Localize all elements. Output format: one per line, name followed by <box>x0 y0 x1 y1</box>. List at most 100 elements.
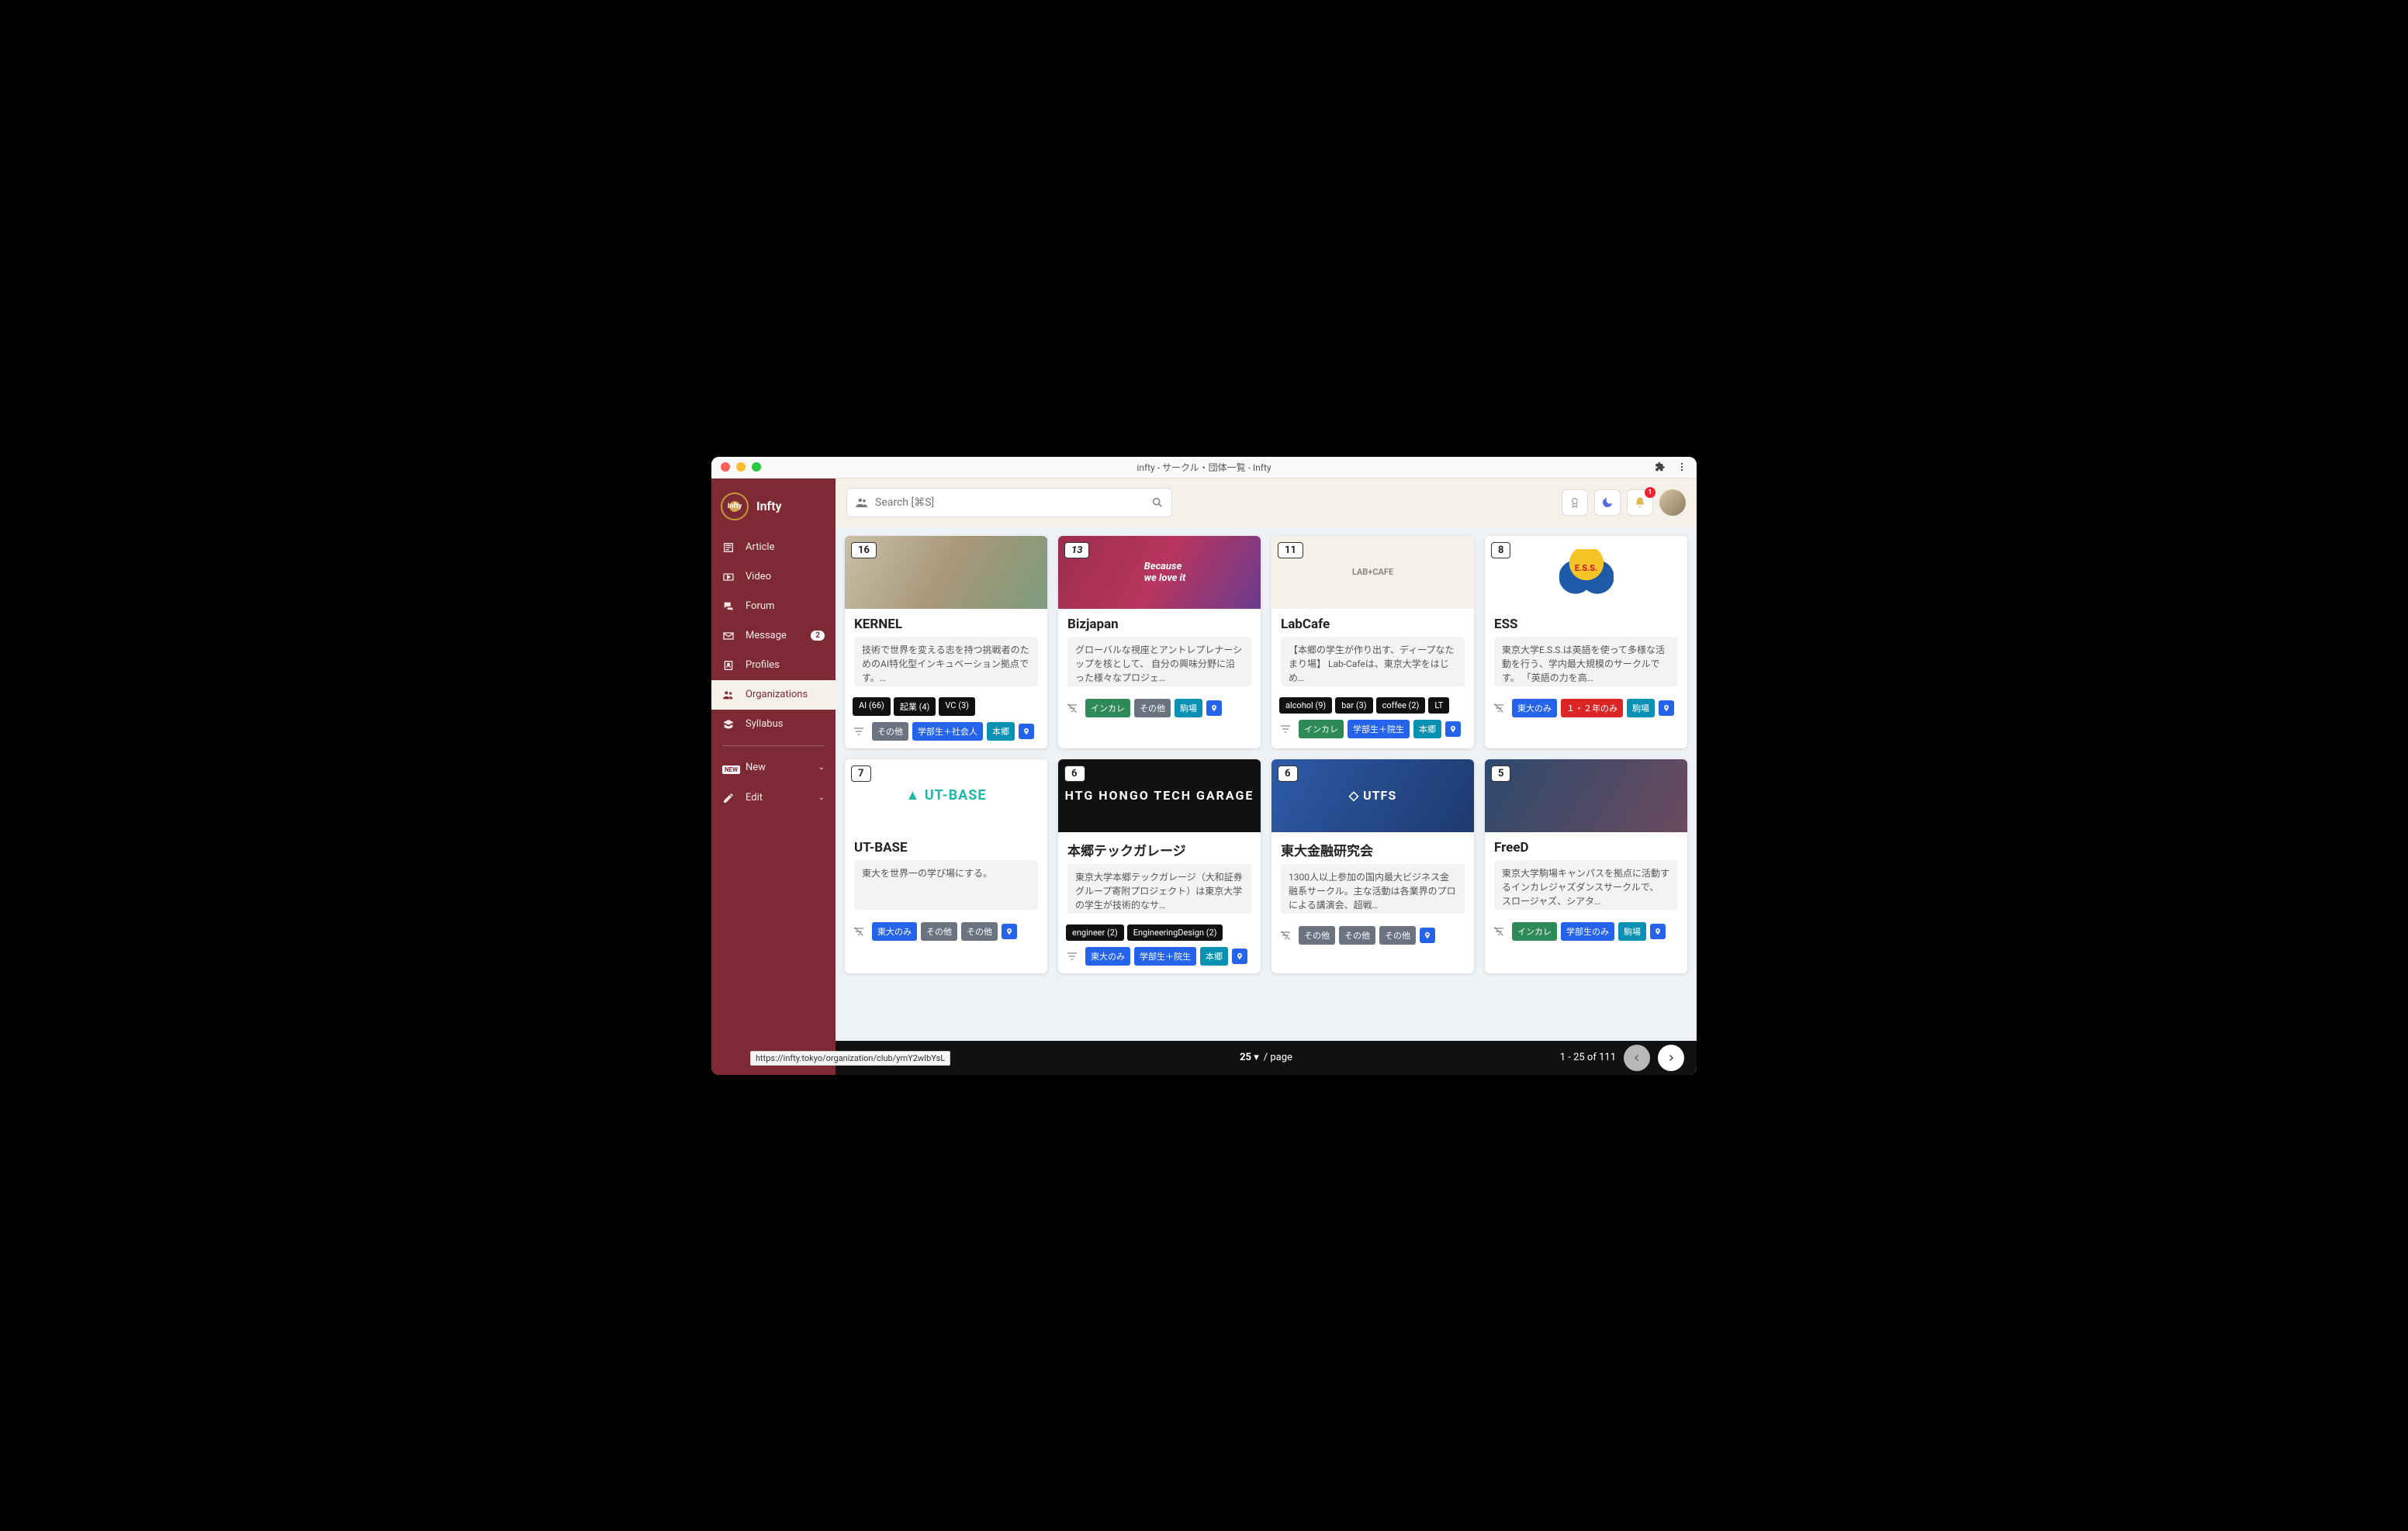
organization-card[interactable]: 13Because we love itBizjapanグローバルな視座とアント… <box>1058 536 1261 748</box>
chip[interactable]: その他 <box>921 922 957 941</box>
tag[interactable]: alcohol (9) <box>1279 697 1332 714</box>
chip[interactable]: 学部生＋院生 <box>1348 720 1410 738</box>
tag[interactable]: LT <box>1428 697 1449 714</box>
nav-item-article[interactable]: Article <box>711 533 836 562</box>
organizations-grid: 16KERNEL技術で世界を変える志を持つ挑戦者のためのAI特化型インキュベーシ… <box>836 527 1697 1041</box>
tag[interactable]: 起業 (4) <box>894 697 936 716</box>
certificate-button[interactable] <box>1562 489 1588 516</box>
search-icon[interactable] <box>1151 496 1164 509</box>
card-title: Bizjapan <box>1067 617 1251 632</box>
tag[interactable]: EngineeringDesign (2) <box>1127 924 1223 941</box>
card-footer: 東大のみ１・２年のみ駒場 <box>1485 693 1687 725</box>
filter-icon[interactable] <box>853 725 865 738</box>
notification-badge: 1 <box>1645 487 1656 498</box>
chip[interactable]: その他 <box>961 922 998 941</box>
chip[interactable]: その他 <box>1134 699 1171 717</box>
organization-card[interactable]: 5FreeD東京大学駒場キャンパスを拠点に活動するインカレジャズダンスサークルで… <box>1485 759 1687 973</box>
chip[interactable]: 本郷 <box>987 722 1015 741</box>
tag[interactable]: engineer (2) <box>1066 924 1124 941</box>
location-icon[interactable] <box>1445 721 1461 737</box>
close-window[interactable] <box>721 462 730 472</box>
search-input[interactable] <box>875 496 1145 509</box>
chip[interactable]: その他 <box>1299 926 1335 945</box>
chevron-down-icon: ⌄ <box>818 763 825 772</box>
location-icon[interactable] <box>1420 928 1435 943</box>
chip[interactable]: その他 <box>1379 926 1416 945</box>
chevron-down-icon: ⌄ <box>818 793 825 802</box>
nav-label: Forum <box>746 600 774 612</box>
dark-mode-toggle[interactable] <box>1594 489 1621 516</box>
tag[interactable]: bar (3) <box>1335 697 1372 714</box>
location-icon[interactable] <box>1650 924 1666 939</box>
nav-item-edit[interactable]: Edit⌄ <box>711 783 836 813</box>
filter-icon[interactable] <box>1066 950 1078 962</box>
menu-icon[interactable] <box>1676 461 1687 472</box>
brand-name: Infty <box>756 499 782 513</box>
chip[interactable]: 東大のみ <box>872 922 917 941</box>
chip[interactable]: 学部生＋院生 <box>1134 947 1196 966</box>
nav-item-video[interactable]: Video <box>711 562 836 592</box>
chip[interactable]: 学部生のみ <box>1561 922 1614 941</box>
nav-item-forum[interactable]: Forum <box>711 592 836 621</box>
next-page-button[interactable] <box>1658 1045 1684 1071</box>
chip[interactable]: インカレ <box>1512 922 1557 941</box>
chip[interactable]: 本郷 <box>1413 720 1441 738</box>
tag[interactable]: AI (66) <box>853 697 891 716</box>
nav-item-message[interactable]: Message2 <box>711 621 836 651</box>
notifications-button[interactable]: 1 <box>1627 489 1653 516</box>
chip[interactable]: 学部生＋社会人 <box>912 722 983 741</box>
filter-icon[interactable] <box>853 925 865 938</box>
minimize-window[interactable] <box>736 462 746 472</box>
location-icon[interactable] <box>1002 924 1017 939</box>
filter-icon[interactable] <box>1279 723 1292 735</box>
chip[interactable]: 東大のみ <box>1512 699 1557 717</box>
tag[interactable]: coffee (2) <box>1376 697 1426 714</box>
chip[interactable]: 駒場 <box>1175 699 1202 717</box>
tag[interactable]: VC (3) <box>939 697 975 716</box>
organization-card[interactable]: 11LAB+CAFELabCafe【本郷の学生が作り出す、ディープなたまり場】 … <box>1271 536 1474 748</box>
prev-page-button[interactable] <box>1624 1045 1650 1071</box>
chip[interactable]: インカレ <box>1299 720 1344 738</box>
organization-card[interactable]: 16KERNEL技術で世界を変える志を持つ挑戦者のためのAI特化型インキュベーシ… <box>845 536 1047 748</box>
chip[interactable]: その他 <box>872 722 908 741</box>
organization-card[interactable]: 8ESS東京大学E.S.S.は英語を使って多様な活動を行う、学内最大規模のサーク… <box>1485 536 1687 748</box>
location-icon[interactable] <box>1659 700 1674 716</box>
filter-icon[interactable] <box>1279 929 1292 942</box>
nav-label: Organizations <box>746 689 808 700</box>
card-tags: alcohol (9)bar (3)coffee (2)LT <box>1271 693 1474 714</box>
organization-card[interactable]: 6HTG HONGO TECH GARAGE本郷テックガレージ東京大学本郷テック… <box>1058 759 1261 973</box>
user-avatar[interactable] <box>1659 489 1686 516</box>
brand[interactable]: Infty Infty <box>711 486 836 533</box>
chip[interactable]: 駒場 <box>1618 922 1646 941</box>
chip[interactable]: 駒場 <box>1627 699 1655 717</box>
book-icon <box>722 718 736 731</box>
location-icon[interactable] <box>1232 949 1247 964</box>
org-icon <box>722 689 736 701</box>
card-footer: インカレその他駒場 <box>1058 693 1261 725</box>
nav-item-profiles[interactable]: Profiles <box>711 651 836 680</box>
card-title: UT-BASE <box>854 840 1038 855</box>
chip[interactable]: インカレ <box>1085 699 1130 717</box>
organization-card[interactable]: 7▲ UT-BASEUT-BASE東大を世界一の学び場にする。東大のみその他その… <box>845 759 1047 973</box>
page-size-select[interactable]: 25 ▾ <box>1240 1052 1259 1063</box>
search-box[interactable] <box>846 488 1172 517</box>
card-image: 6HTG HONGO TECH GARAGE <box>1058 759 1261 832</box>
location-icon[interactable] <box>1206 700 1222 716</box>
extensions-icon[interactable] <box>1655 461 1666 472</box>
card-description: 【本郷の学生が作り出す、ディープなたまり場】 Lab-Cafeは、東京大学をはじ… <box>1281 637 1465 686</box>
filter-icon[interactable] <box>1493 925 1505 938</box>
chip[interactable]: 本郷 <box>1200 947 1228 966</box>
chip[interactable]: その他 <box>1339 926 1375 945</box>
nav-item-syllabus[interactable]: Syllabus <box>711 710 836 739</box>
chip[interactable]: 東大のみ <box>1085 947 1130 966</box>
organization-card[interactable]: 6◇ UTFS東大金融研究会1300人以上参加の国内最大ビジネス金融系サークル。… <box>1271 759 1474 973</box>
card-count: 6 <box>1278 766 1298 782</box>
location-icon[interactable] <box>1019 724 1034 739</box>
filter-icon[interactable] <box>1493 702 1505 714</box>
filter-icon[interactable] <box>1066 702 1078 714</box>
chip[interactable]: １・２年のみ <box>1561 699 1623 717</box>
nav-item-organizations[interactable]: Organizations <box>711 680 836 710</box>
maximize-window[interactable] <box>752 462 761 472</box>
nav-item-new[interactable]: NEWNew⌄ <box>711 752 836 783</box>
message-badge: 2 <box>811 631 825 641</box>
